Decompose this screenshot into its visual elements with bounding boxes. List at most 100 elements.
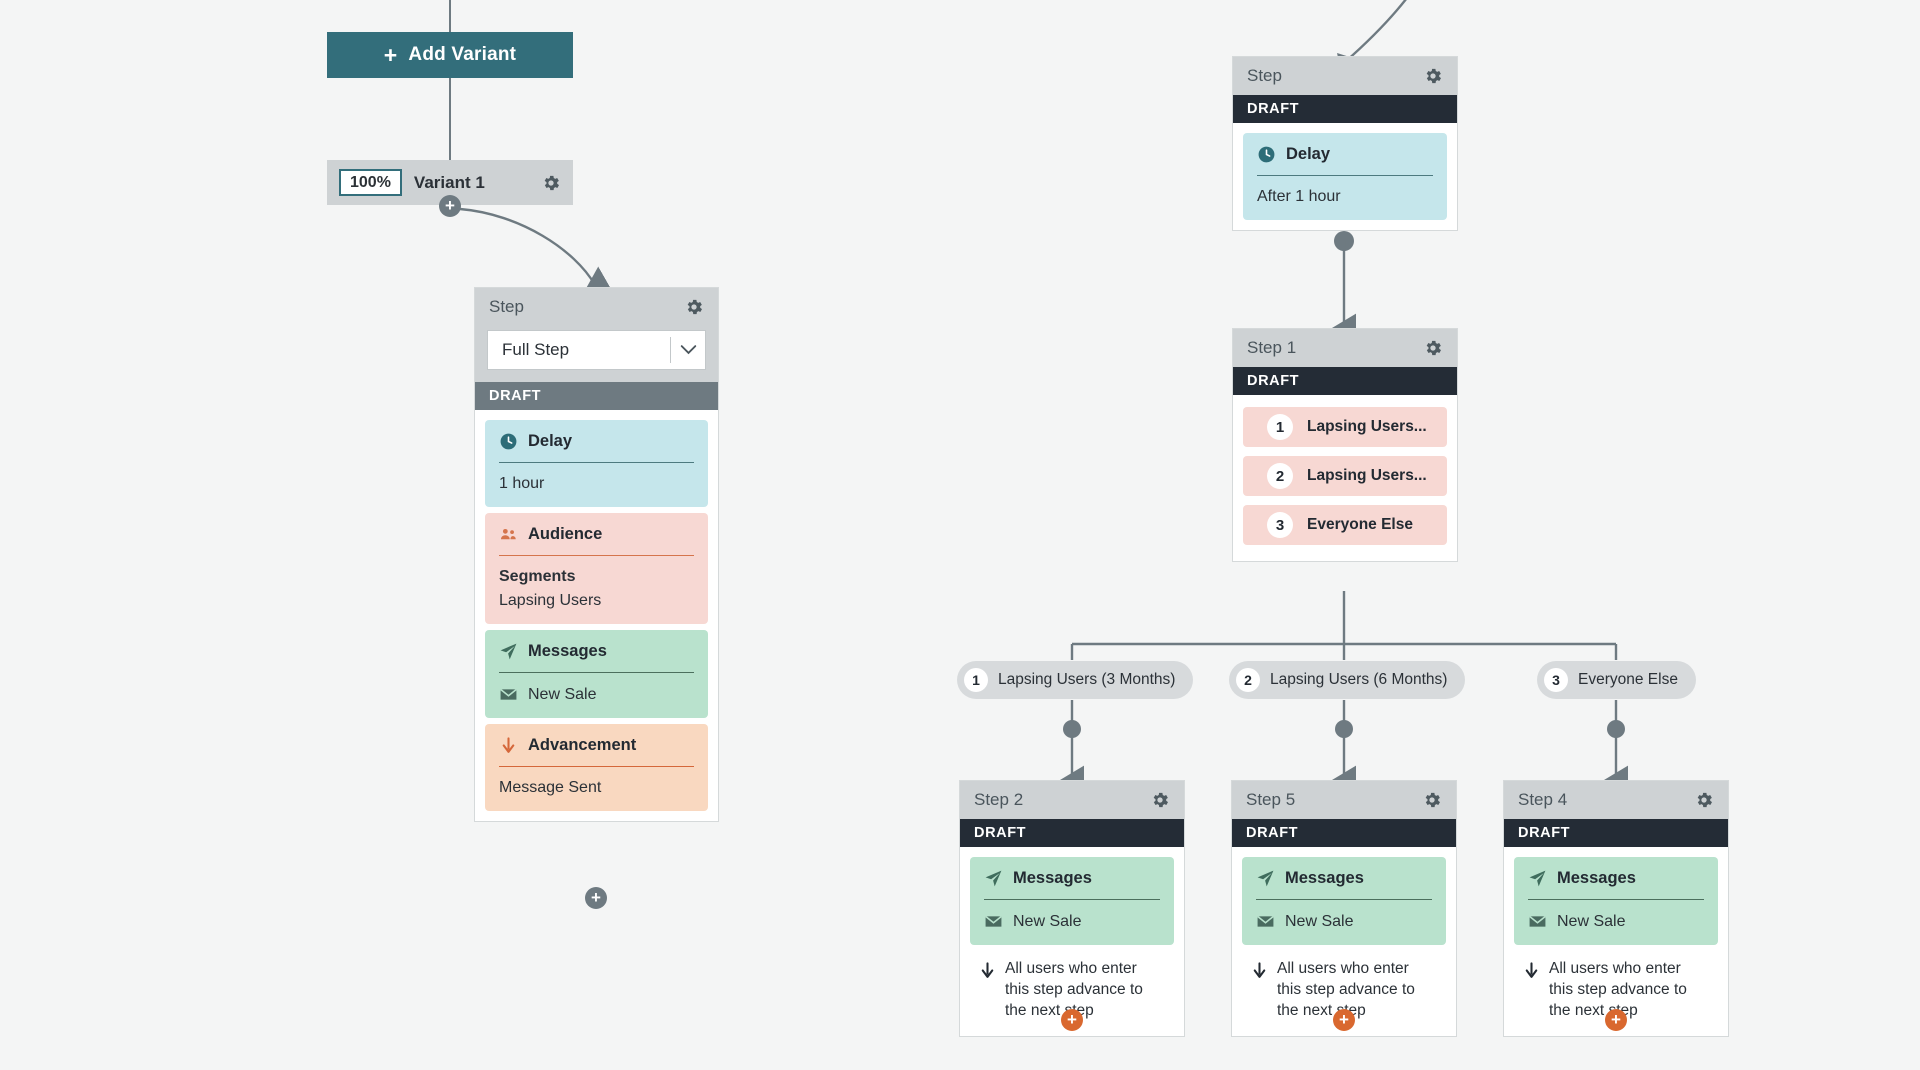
branch-pill-2[interactable]: 2 Lapsing Users (6 Months) — [1229, 661, 1466, 699]
block-messages-title: Messages — [1285, 869, 1364, 887]
branch-pill-3[interactable]: 3 Everyone Else — [1537, 661, 1696, 699]
message-item-label: New Sale — [528, 685, 597, 703]
step-card-body: Messages New Sale All users who enter th… — [1232, 847, 1456, 1036]
step-card-delay[interactable]: Step DRAFT Delay After 1 hour — [1232, 56, 1458, 231]
block-advancement-header: Advancement — [499, 736, 694, 755]
branch-number: 2 — [1236, 668, 1260, 692]
message-item-label: New Sale — [1557, 912, 1626, 930]
advancement-note-text: All users who enter this step advance to… — [1277, 960, 1415, 1019]
branch-pill-1[interactable]: 1 Lapsing Users (3 Months) — [957, 661, 1194, 699]
branch-number: 3 — [1267, 512, 1293, 538]
message-item[interactable]: New Sale — [499, 685, 694, 704]
paper-plane-icon — [1256, 869, 1275, 888]
block-messages-header: Messages — [499, 642, 694, 661]
add-variant-button[interactable]: + Add Variant — [327, 32, 573, 78]
step-card-leaf-1[interactable]: Step 2 DRAFT Messages New Sale All users… — [959, 780, 1185, 1037]
block-audience-title: Audience — [528, 525, 603, 543]
block-divider — [1256, 899, 1432, 900]
arrow-down-icon — [978, 961, 997, 980]
add-variant-label: Add Variant — [408, 44, 517, 65]
gear-icon[interactable] — [1423, 338, 1443, 358]
step-type-select[interactable]: Full Step — [487, 330, 706, 370]
block-divider — [499, 766, 694, 767]
block-messages[interactable]: Messages New Sale — [1242, 857, 1446, 945]
variant-name: Variant 1 — [413, 172, 485, 192]
branch-label: Lapsing Users... — [1307, 418, 1427, 435]
block-delay-title: Delay — [1286, 145, 1331, 163]
step-title: Step — [1247, 66, 1282, 85]
block-audience-label: Segments — [499, 568, 576, 585]
step-leaf-2-add-node-button[interactable]: + — [1333, 1009, 1355, 1031]
branch-row[interactable]: 3 Everyone Else — [1243, 505, 1447, 545]
message-item[interactable]: New Sale — [1528, 912, 1704, 931]
step-card-leaf-3[interactable]: Step 4 DRAFT Messages New Sale All users… — [1503, 780, 1729, 1037]
block-messages-header: Messages — [984, 869, 1160, 888]
step-main-add-node-button[interactable]: + — [585, 887, 607, 909]
variant-percentage[interactable]: 100% — [339, 168, 402, 197]
step-leaf-3-add-node-button[interactable]: + — [1605, 1009, 1627, 1031]
step-card-body: Messages New Sale All users who enter th… — [1504, 847, 1728, 1036]
step-title: Step — [489, 297, 524, 316]
envelope-icon — [1256, 912, 1275, 931]
branch-pill-label: Everyone Else — [1578, 671, 1678, 688]
step-card-header: Step — [1233, 57, 1457, 95]
block-delay-header: Delay — [1257, 145, 1433, 164]
paper-plane-icon — [499, 642, 518, 661]
block-audience-value: Lapsing Users — [499, 592, 602, 609]
paper-plane-icon — [1528, 869, 1547, 888]
gear-icon[interactable] — [1150, 790, 1170, 810]
people-icon — [499, 525, 518, 544]
branch-row[interactable]: 2 Lapsing Users... — [1243, 456, 1447, 496]
block-delay[interactable]: Delay After 1 hour — [1243, 133, 1447, 220]
block-messages[interactable]: Messages New Sale — [1514, 857, 1718, 945]
block-messages[interactable]: Messages New Sale — [485, 630, 708, 718]
variant-add-node-button[interactable]: + — [439, 195, 461, 217]
block-messages-title: Messages — [528, 642, 607, 660]
message-item[interactable]: New Sale — [984, 912, 1160, 931]
branch-number: 1 — [1267, 414, 1293, 440]
paper-plane-icon — [984, 869, 1003, 888]
plus-icon: + — [383, 41, 398, 68]
block-divider — [984, 899, 1160, 900]
step-card-header: Step 1 — [1233, 329, 1457, 367]
block-audience[interactable]: Audience Segments Lapsing Users — [485, 513, 708, 624]
block-divider — [499, 672, 694, 673]
block-messages-header: Messages — [1256, 869, 1432, 888]
status-badge: DRAFT — [475, 382, 718, 410]
step-card-header: Step 5 — [1232, 781, 1456, 819]
branch-pill-label: Lapsing Users (6 Months) — [1270, 671, 1448, 688]
gear-icon[interactable] — [541, 173, 561, 193]
gear-icon[interactable] — [1423, 66, 1443, 86]
block-messages[interactable]: Messages New Sale — [970, 857, 1174, 945]
status-badge: DRAFT — [1233, 367, 1457, 395]
block-delay-value: After 1 hour — [1257, 188, 1341, 205]
step-leaf-1-add-node-button[interactable]: + — [1061, 1009, 1083, 1031]
message-item[interactable]: New Sale — [1256, 912, 1432, 931]
block-messages-title: Messages — [1557, 869, 1636, 887]
block-delay-header: Delay — [499, 432, 694, 451]
status-badge: DRAFT — [1232, 819, 1456, 847]
gear-icon[interactable] — [1694, 790, 1714, 810]
step-card-header: Step 2 — [960, 781, 1184, 819]
branch-number: 1 — [964, 668, 988, 692]
step-card-main[interactable]: Step Full Step DRAFT Delay 1 hour Audien… — [474, 287, 719, 822]
branch-number: 2 — [1267, 463, 1293, 489]
branch-number: 3 — [1544, 668, 1568, 692]
step-type-select-wrapper: Full Step — [475, 326, 718, 382]
gear-icon[interactable] — [684, 297, 704, 317]
clock-icon — [1257, 145, 1276, 164]
block-advancement-value: Message Sent — [499, 779, 602, 796]
step-card-leaf-2[interactable]: Step 5 DRAFT Messages New Sale All users… — [1231, 780, 1457, 1037]
envelope-icon — [984, 912, 1003, 931]
chevron-down-icon[interactable] — [671, 340, 705, 360]
step-card-split[interactable]: Step 1 DRAFT 1 Lapsing Users... 2 Lapsin… — [1232, 328, 1458, 562]
envelope-icon — [499, 685, 518, 704]
status-badge: DRAFT — [1233, 95, 1457, 123]
block-delay[interactable]: Delay 1 hour — [485, 420, 708, 507]
branch-row[interactable]: 1 Lapsing Users... — [1243, 407, 1447, 447]
arrow-down-icon — [499, 736, 518, 755]
gear-icon[interactable] — [1422, 790, 1442, 810]
clock-icon — [499, 432, 518, 451]
step-type-value: Full Step — [502, 340, 570, 359]
block-advancement[interactable]: Advancement Message Sent — [485, 724, 708, 811]
